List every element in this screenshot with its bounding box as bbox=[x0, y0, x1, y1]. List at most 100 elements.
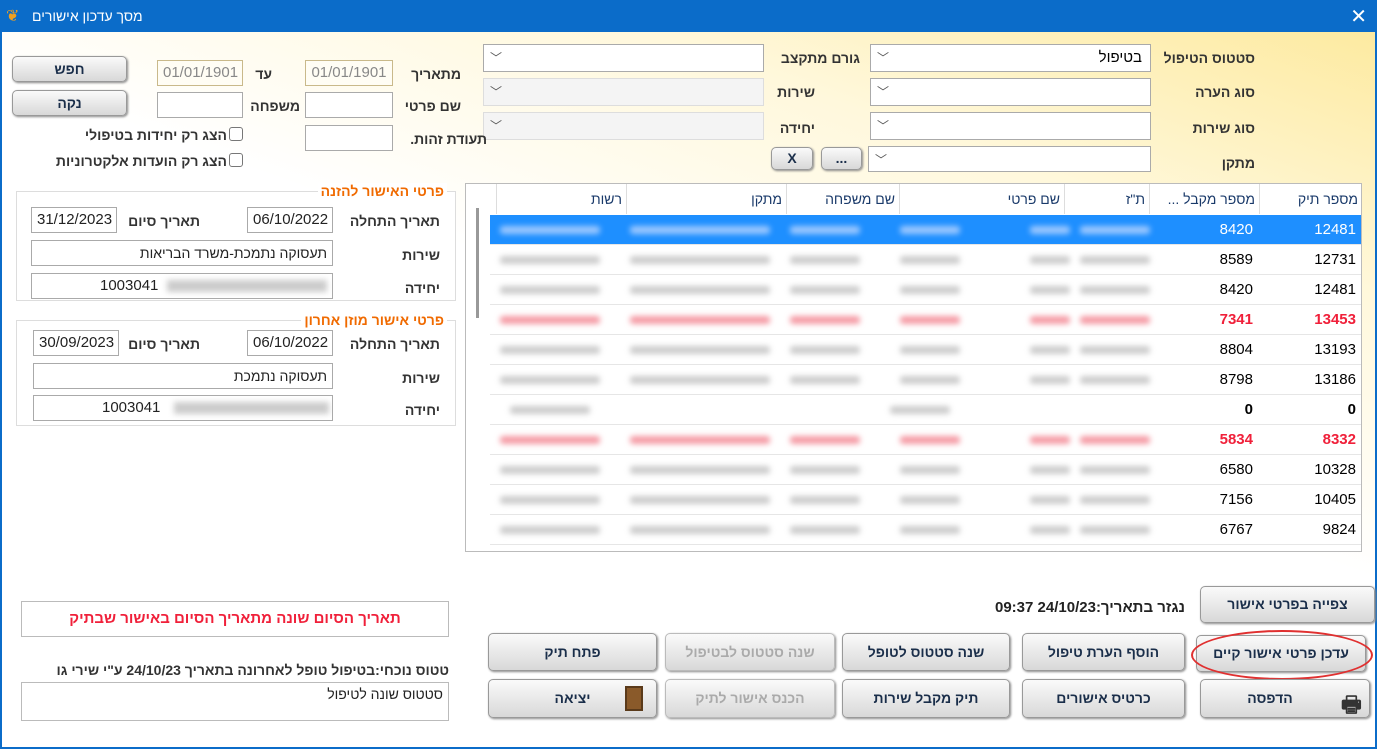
redacted-cell bbox=[900, 256, 960, 264]
redacted-cell bbox=[630, 376, 770, 384]
table-row[interactable]: 13186 8798 bbox=[490, 365, 1361, 395]
redacted-cell bbox=[790, 436, 860, 444]
end-date-input[interactable]: 30/09/2023 bbox=[33, 330, 119, 356]
door-icon bbox=[625, 686, 643, 711]
view-details-button[interactable]: צפייה בפרטי אישור bbox=[1200, 586, 1375, 623]
redacted-cell bbox=[500, 286, 600, 294]
unit-input[interactable]: 1003041 bbox=[31, 273, 333, 299]
derived-date: נגזר בתאריך:24/10/23 09:37 bbox=[995, 599, 1185, 616]
redacted-cell bbox=[630, 466, 770, 474]
only-units-label: הצג רק יחידות בטיפולי bbox=[84, 127, 227, 143]
unit-value: 1003041 bbox=[102, 399, 161, 416]
table-row[interactable]: 00 bbox=[490, 395, 1361, 425]
column-header[interactable]: מספר מקבל ... bbox=[1149, 184, 1259, 214]
file-number-cell: 12481 bbox=[1314, 221, 1356, 238]
table-row[interactable]: 13193 8804 bbox=[490, 335, 1361, 365]
status-combo[interactable]: בטיפול ﹀ bbox=[870, 44, 1151, 72]
recipient-number-cell: 7156 bbox=[1219, 491, 1253, 508]
search-button[interactable]: חפש bbox=[12, 56, 127, 82]
id-input[interactable] bbox=[305, 125, 393, 151]
facility-browse-button[interactable]: ... bbox=[821, 147, 862, 170]
funder-combo[interactable]: ﹀ bbox=[483, 44, 764, 72]
window-title: מסך עדכון אישורים bbox=[32, 8, 143, 24]
status-line: טטוס נוכחי:בטיפול טופל לאחרונה בתאריך 24… bbox=[56, 662, 449, 678]
insert-approval-button[interactable]: הכנס אישור לתיק bbox=[665, 679, 835, 718]
redacted-cell bbox=[1080, 346, 1150, 354]
column-header[interactable]: רשות bbox=[496, 184, 626, 214]
redacted-cell bbox=[1030, 316, 1070, 324]
table-row[interactable]: 8332 5834 bbox=[490, 425, 1361, 455]
status-label: סטטוס הטיפול bbox=[1163, 50, 1255, 66]
redacted-cell bbox=[1030, 466, 1070, 474]
last-name-input[interactable] bbox=[157, 92, 243, 118]
start-date-input[interactable]: 06/10/2022 bbox=[247, 207, 333, 233]
redacted-cell bbox=[1080, 376, 1150, 384]
to-date-input[interactable]: 01/01/1901 bbox=[157, 60, 243, 86]
status-note-textbox[interactable]: סטטוס שונה לטיפול bbox=[21, 682, 449, 721]
redacted-cell bbox=[500, 436, 600, 444]
column-header[interactable]: שם פרטי bbox=[899, 184, 1064, 214]
table-row[interactable]: 13453 7341 bbox=[490, 305, 1361, 335]
print-button[interactable]: הדפסה 🖶 bbox=[1200, 679, 1370, 718]
recipient-number-cell: 8420 bbox=[1219, 281, 1253, 298]
note-type-label: סוג הערה bbox=[1195, 84, 1255, 100]
group-title: פרטי האישור להזנה bbox=[317, 183, 447, 199]
chevron-down-icon: ﹀ bbox=[877, 51, 890, 65]
approvals-card-button[interactable]: כרטיס אישורים bbox=[1022, 679, 1185, 718]
file-number-cell: 13453 bbox=[1314, 311, 1356, 328]
from-date-input[interactable]: 01/01/1901 bbox=[305, 60, 393, 86]
redacted-cell bbox=[500, 376, 600, 384]
recipient-file-button[interactable]: תיק מקבל שירות bbox=[842, 679, 1010, 718]
note-type-combo[interactable]: ﹀ bbox=[870, 78, 1151, 106]
chevron-down-icon: ﹀ bbox=[877, 85, 890, 99]
table-row[interactable]: 12481 8420 bbox=[490, 215, 1361, 245]
service-combo[interactable]: ﹀ bbox=[483, 78, 764, 106]
redacted-cell bbox=[630, 346, 770, 354]
service-input[interactable]: תעסוקה נתמכת-משרד הבריאות bbox=[31, 240, 333, 266]
unit-combo[interactable]: ﹀ bbox=[483, 112, 764, 140]
table-row[interactable]: 10405 7156 bbox=[490, 485, 1361, 515]
redacted-cell bbox=[1030, 526, 1070, 534]
unit-input[interactable]: 1003041 bbox=[33, 395, 333, 421]
status-value: בטיפול bbox=[1098, 49, 1142, 66]
open-file-button[interactable]: פתח תיק bbox=[488, 633, 657, 671]
only-units-checkbox[interactable] bbox=[229, 127, 243, 141]
recipient-number-cell: 8798 bbox=[1219, 371, 1253, 388]
first-name-input[interactable] bbox=[305, 92, 393, 118]
to-date-label: עד bbox=[255, 66, 272, 82]
unit-label: יחידה bbox=[779, 120, 815, 136]
close-icon[interactable]: ✕ bbox=[1350, 4, 1367, 29]
redacted-cell bbox=[500, 466, 600, 474]
end-date-label: תאריך סיום bbox=[128, 336, 200, 352]
redacted-cell bbox=[630, 226, 770, 234]
facility-combo[interactable]: ﹀ bbox=[868, 146, 1151, 172]
start-date-input[interactable]: 06/10/2022 bbox=[247, 330, 333, 356]
table-row[interactable]: 9824 6767 bbox=[490, 515, 1361, 545]
redacted-cell bbox=[630, 436, 770, 444]
column-header[interactable]: ת"ז bbox=[1064, 184, 1149, 214]
redacted-cell bbox=[1080, 466, 1150, 474]
table-row[interactable]: 12731 8589 bbox=[490, 245, 1361, 275]
redacted-cell bbox=[630, 526, 770, 534]
file-number-cell: 8332 bbox=[1322, 431, 1356, 448]
only-electronic-checkbox[interactable] bbox=[229, 153, 243, 167]
end-date-input[interactable]: 31/12/2023 bbox=[31, 207, 117, 233]
table-row[interactable]: 10328 6580 bbox=[490, 455, 1361, 485]
redacted-cell bbox=[1080, 496, 1150, 504]
set-in-treatment-button[interactable]: שנה סטטוס לבטיפול bbox=[665, 633, 835, 671]
add-note-button[interactable]: הוסף הערת טיפול bbox=[1022, 633, 1185, 671]
table-row[interactable]: 12481 8420 bbox=[490, 275, 1361, 305]
service-input[interactable]: תעסוקה נתמכת bbox=[33, 363, 333, 389]
app-logo-icon: ❦ bbox=[6, 8, 20, 25]
column-header[interactable]: מתקן bbox=[626, 184, 786, 214]
set-handled-button[interactable]: שנה סטטוס לטופל bbox=[842, 633, 1010, 671]
exit-button[interactable]: יציאה bbox=[488, 679, 657, 718]
facility-clear-button[interactable]: X bbox=[771, 147, 813, 170]
scrollbar[interactable] bbox=[476, 208, 479, 318]
recipient-number-cell: 8420 bbox=[1219, 221, 1253, 238]
service-type-combo[interactable]: ﹀ bbox=[870, 112, 1151, 140]
column-header[interactable]: שם משפחה bbox=[786, 184, 899, 214]
column-header[interactable]: מספר תיק bbox=[1259, 184, 1361, 214]
clear-button[interactable]: נקה bbox=[12, 90, 127, 116]
highlight-ellipse bbox=[1191, 630, 1373, 680]
